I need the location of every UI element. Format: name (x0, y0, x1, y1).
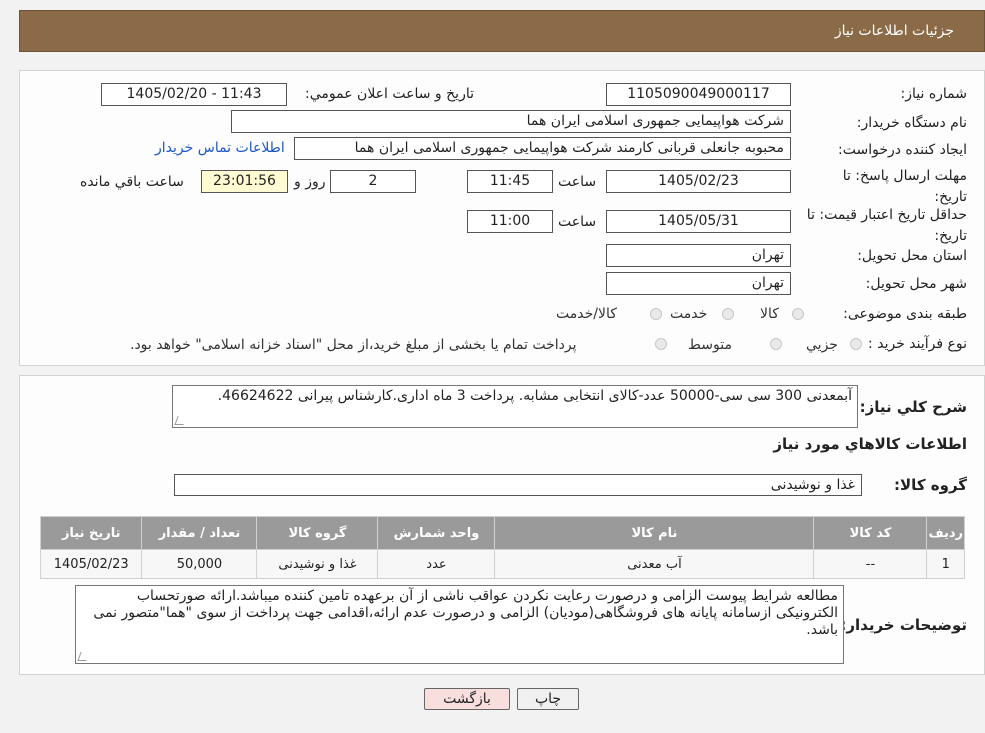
validity-date-field: 1405/05/31 (606, 210, 791, 233)
validity-label: حداقل تاريخ اعتبار قيمت: تا تاريخ: (806, 207, 967, 244)
summary-text: آبمعدنی 300 سی سی-50000 عدد-کالای انتخاب… (217, 388, 852, 404)
goods-table: رديف کد کالا نام کالا واحد شمارش گروه کا… (39, 516, 965, 579)
city-field: تهران (606, 272, 791, 295)
category-label: طبقه بندی موضوعی: (843, 306, 967, 322)
goods-section-title: اطلاعات کالاهاي مورد نياز (773, 435, 967, 453)
creator-field: محبوبه جانعلی قربانی کارمند شرکت هواپیما… (294, 137, 791, 160)
need-number-field: 1105090049000117 (606, 83, 791, 106)
cell-item-name: آب معدنی (494, 549, 815, 579)
city-label: شهر محل تحويل: (865, 276, 967, 292)
back-button[interactable]: بازگشت (424, 688, 510, 710)
need-number-label: شماره نیاز: (900, 86, 968, 102)
deadline-time-label: ساعت (558, 174, 597, 190)
goods-group-label: گروه کالا: (894, 476, 967, 494)
deadline-date-field: 1405/02/23 (606, 170, 791, 193)
cell-unit: عدد (377, 549, 496, 579)
category-option-goods-service: کالا/خدمت (556, 306, 617, 322)
category-option-service: خدمت (670, 306, 708, 322)
cell-quantity: 50,000 (141, 549, 258, 579)
col-quantity: تعداد / مقدار (141, 516, 258, 550)
cell-item-group: غذا و نوشیدنی (256, 549, 379, 579)
page-header: جزئیات اطلاعات نیاز (19, 10, 985, 52)
process-option-medium: متوسط (688, 337, 732, 353)
cell-row-number: 1 (926, 549, 965, 579)
buyer-notes-textarea[interactable]: مطالعه شرایط پیوست الزامی و درصورت رعایت… (75, 585, 844, 664)
process-note: پرداخت تمام يا بخشی از مبلغ خريد،از محل … (130, 337, 577, 353)
process-radio-treasury[interactable] (655, 338, 667, 350)
goods-group-field: غذا و نوشیدنی (174, 474, 862, 496)
summary-label: شرح کلي نياز: (859, 398, 967, 416)
validity-time-label: ساعت (558, 214, 597, 230)
resize-handle-icon[interactable] (174, 416, 187, 425)
col-item-group: گروه کالا (256, 516, 379, 550)
buyer-notes-text: مطالعه شرایط پیوست الزامی و درصورت رعایت… (93, 588, 838, 638)
process-radio-minor[interactable] (850, 338, 862, 350)
cell-item-code: -- (813, 549, 928, 579)
deadline-label: مهلت ارسال پاسخ: تا تاريخ: (842, 168, 967, 205)
cell-need-date: 1405/02/23 (39, 549, 143, 579)
deadline-time-field: 11:45 (467, 170, 553, 193)
contact-buyer-link[interactable]: اطلاعات تماس خریدار (155, 140, 285, 156)
buyer-org-field: شرکت هواپیمایی جمهوری اسلامی ایران هما (231, 110, 791, 133)
col-need-date: تاريخ نياز (39, 516, 143, 550)
process-option-minor: جزيي (806, 337, 838, 353)
announce-label: تاريخ و ساعت اعلان عمومي: (305, 86, 474, 102)
category-radio-goods[interactable] (792, 308, 804, 320)
process-radio-medium[interactable] (770, 338, 782, 350)
remaining-time-field: 23:01:56 (201, 170, 288, 193)
creator-label: ايجاد کننده درخواست: (838, 142, 967, 158)
days-field: 2 (330, 170, 416, 193)
buyer-org-label: نام دستگاه خريدار: (856, 115, 967, 131)
validity-time-field: 11:00 (467, 210, 553, 233)
province-field: تهران (606, 244, 791, 267)
col-item-name: نام کالا (494, 516, 815, 550)
resize-handle-icon[interactable] (77, 652, 90, 661)
table-header-row: رديف کد کالا نام کالا واحد شمارش گروه کا… (39, 516, 965, 550)
col-item-code: کد کالا (813, 516, 928, 550)
col-row-number: رديف (926, 516, 965, 550)
remaining-label: ساعت باقي مانده (80, 174, 184, 190)
days-label: روز و (294, 174, 326, 190)
table-row: 1 -- آب معدنی عدد غذا و نوشیدنی 50,000 1… (39, 549, 965, 579)
print-button[interactable]: چاپ (517, 688, 579, 710)
announce-field: 1405/02/20 - 11:43 (101, 83, 287, 106)
process-label: نوع فرآيند خريد : (868, 336, 967, 352)
category-option-goods: کالا (760, 306, 779, 322)
category-radio-goods-service[interactable] (650, 308, 662, 320)
col-unit: واحد شمارش (377, 516, 496, 550)
page-title: جزئیات اطلاعات نیاز (834, 23, 954, 39)
province-label: استان محل تحويل: (857, 248, 967, 264)
summary-textarea[interactable]: آبمعدنی 300 سی سی-50000 عدد-کالای انتخاب… (172, 385, 858, 428)
buyer-notes-label: توضيحات خريدار: (840, 616, 967, 634)
category-radio-service[interactable] (722, 308, 734, 320)
